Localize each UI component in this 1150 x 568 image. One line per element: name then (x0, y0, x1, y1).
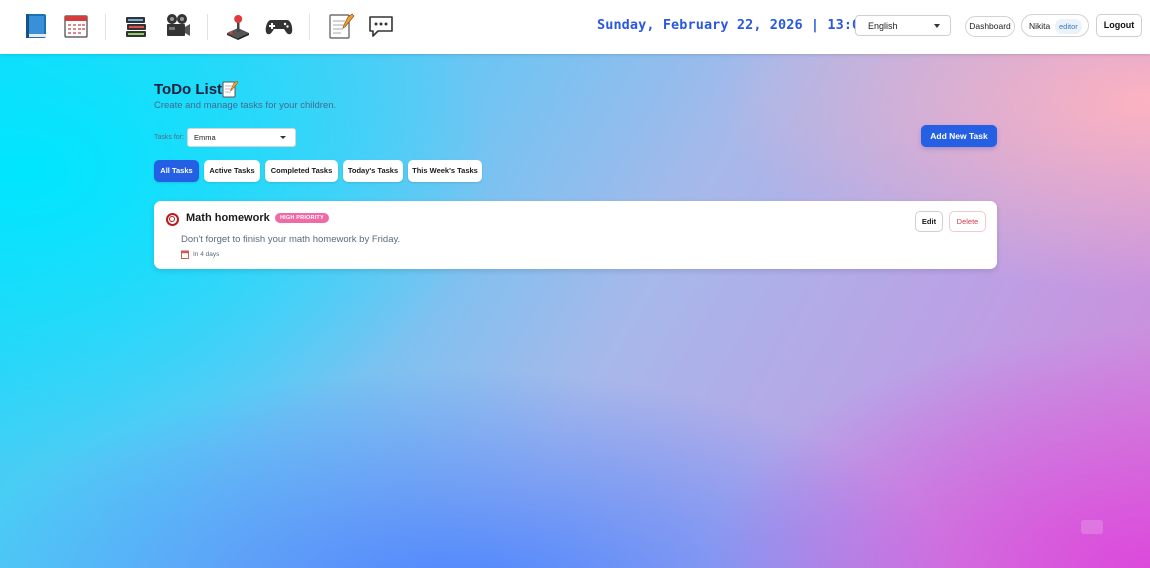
memo-icon (222, 80, 239, 98)
page-title: ToDo List (154, 81, 223, 98)
child-select[interactable]: Emma (187, 128, 296, 147)
chevron-down-icon (280, 136, 286, 139)
top-navigation-bar: Sunday, February 22, 2026 | 13:06:18 Eng… (0, 0, 1150, 54)
user-name: Nikita (1029, 21, 1051, 31)
calendar-icon[interactable] (61, 11, 91, 41)
divider (309, 14, 310, 40)
task-due-date: In 4 days (193, 251, 220, 258)
edit-task-button[interactable]: Edit (915, 211, 943, 232)
task-title: Math homework (186, 212, 270, 224)
priority-badge: HIGH PRIORITY (275, 213, 329, 223)
gamepad-icon[interactable] (264, 11, 294, 41)
scroll-to-top-button[interactable] (1081, 520, 1103, 534)
filter-completed-tasks[interactable]: Completed Tasks (265, 160, 338, 182)
delete-task-button[interactable]: Delete (949, 211, 986, 232)
current-datetime: Sunday, February 22, 2026 | 13:06:18 (597, 17, 894, 33)
user-profile-pill[interactable]: Nikita editor (1021, 14, 1089, 37)
book-icon[interactable] (22, 11, 52, 41)
add-new-task-button[interactable]: Add New Task (921, 125, 997, 147)
filter-active-tasks[interactable]: Active Tasks (204, 160, 260, 182)
calendar-small-icon (181, 250, 189, 259)
chevron-down-icon (934, 24, 940, 28)
task-complete-checkbox[interactable] (166, 213, 179, 226)
filter-this-weeks-tasks[interactable]: This Week's Tasks (408, 160, 482, 182)
divider (105, 14, 106, 40)
language-select[interactable]: English (855, 15, 951, 36)
dashboard-button[interactable]: Dashboard (965, 16, 1015, 37)
child-selected-value: Emma (194, 133, 216, 142)
page-subtitle: Create and manage tasks for your childre… (154, 100, 337, 111)
chat-bubble-icon[interactable] (366, 11, 396, 41)
notepad-icon[interactable] (326, 11, 356, 41)
film-camera-icon[interactable] (162, 11, 192, 41)
filter-all-tasks[interactable]: All Tasks (154, 160, 199, 182)
filter-todays-tasks[interactable]: Today's Tasks (343, 160, 403, 182)
language-selected-value: English (868, 21, 898, 31)
task-description: Don't forget to finish your math homewor… (181, 234, 401, 245)
joystick-icon[interactable] (223, 11, 253, 41)
divider (207, 14, 208, 40)
task-card: Math homework HIGH PRIORITY Don't forget… (154, 201, 997, 269)
user-role-badge: editor (1055, 19, 1082, 34)
tasks-for-label: Tasks for: (154, 134, 184, 141)
logout-button[interactable]: Logout (1096, 14, 1142, 37)
books-stack-icon[interactable] (121, 11, 151, 41)
